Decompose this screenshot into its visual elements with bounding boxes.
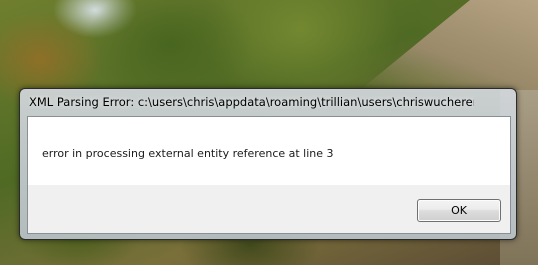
- dialog-title: XML Parsing Error: c:\users\chris\appdat…: [29, 95, 474, 109]
- dialog-title-bar[interactable]: XML Parsing Error: c:\users\chris\appdat…: [20, 89, 516, 115]
- xml-error-dialog: XML Parsing Error: c:\users\chris\appdat…: [19, 88, 517, 240]
- message-area: error in processing external entity refe…: [28, 117, 510, 185]
- ok-button[interactable]: OK: [417, 199, 501, 222]
- error-message: error in processing external entity refe…: [42, 147, 334, 160]
- dialog-content: error in processing external entity refe…: [27, 116, 511, 234]
